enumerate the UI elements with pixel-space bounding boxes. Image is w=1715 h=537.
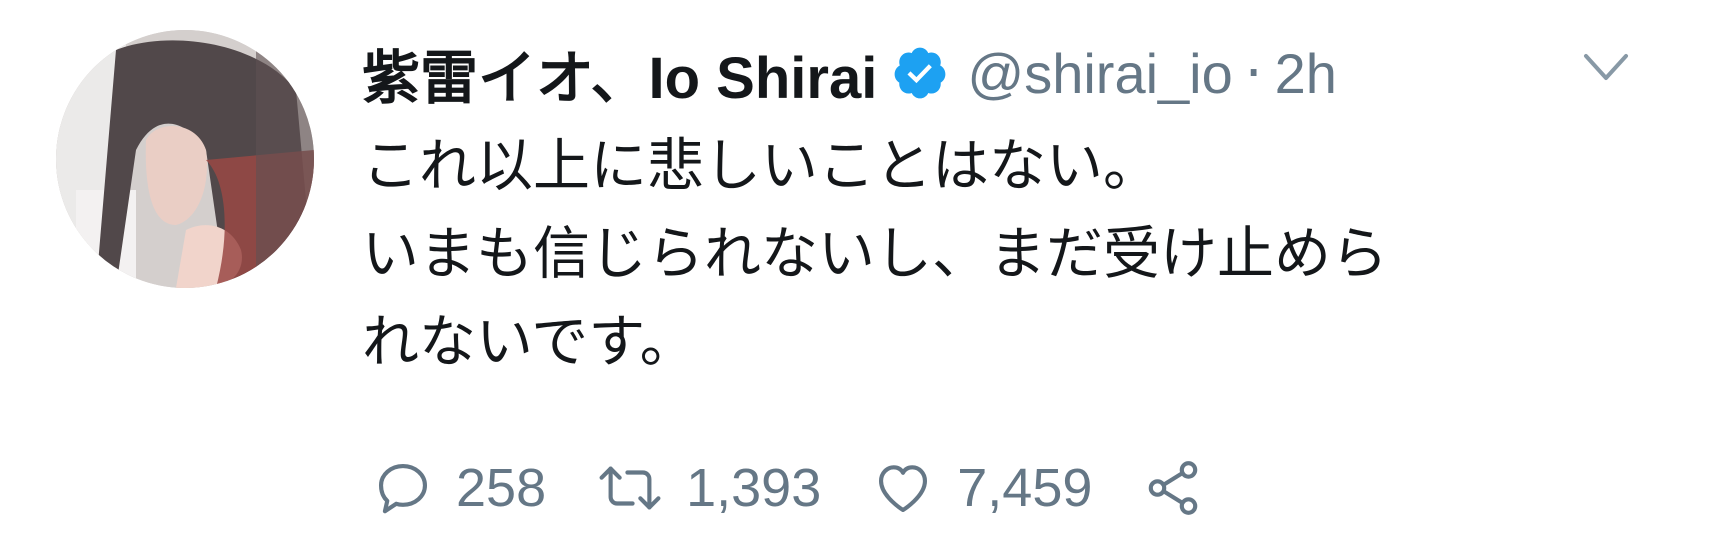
tweet-actions: 258 1,393 7,459 <box>372 450 1254 526</box>
tweet-text-line: れないです。 <box>362 309 697 375</box>
share-button[interactable] <box>1142 457 1204 519</box>
separator-dot: · <box>1244 40 1263 106</box>
reply-icon <box>378 463 428 514</box>
reply-button[interactable]: 258 <box>372 457 546 519</box>
display-name[interactable]: 紫雷イオ、Io Shirai <box>362 31 877 115</box>
reply-count: 258 <box>456 458 547 518</box>
retweet-icon <box>599 466 661 510</box>
retweet-button[interactable]: 1,393 <box>596 457 821 519</box>
tweet-text-line: これ以上に悲しいことはない。 <box>362 133 1160 199</box>
tweet-header: 紫雷イオ、Io Shirai @shirai_io · 2h <box>362 28 1337 118</box>
like-button[interactable]: 7,459 <box>871 457 1092 519</box>
share-icon <box>1149 461 1198 515</box>
avatar[interactable] <box>56 30 314 288</box>
timestamp[interactable]: 2h <box>1275 41 1337 106</box>
tweet-text: これ以上に悲しいことはない。 いまも信じられないし、まだ受け止めら れないです。 <box>362 122 1692 386</box>
tweet-text-line: いまも信じられないし、まだ受け止めら <box>362 221 1388 287</box>
heart-icon <box>879 465 928 513</box>
verified-badge-icon <box>891 44 949 102</box>
retweet-count: 1,393 <box>686 458 822 518</box>
avatar-image <box>56 30 314 288</box>
like-count: 7,459 <box>957 458 1093 518</box>
chevron-down-icon[interactable] <box>1580 48 1632 88</box>
tweet-card[interactable]: 紫雷イオ、Io Shirai @shirai_io · 2h これ以上に悲しいこ… <box>0 0 1715 537</box>
user-handle[interactable]: @shirai_io <box>967 41 1232 106</box>
